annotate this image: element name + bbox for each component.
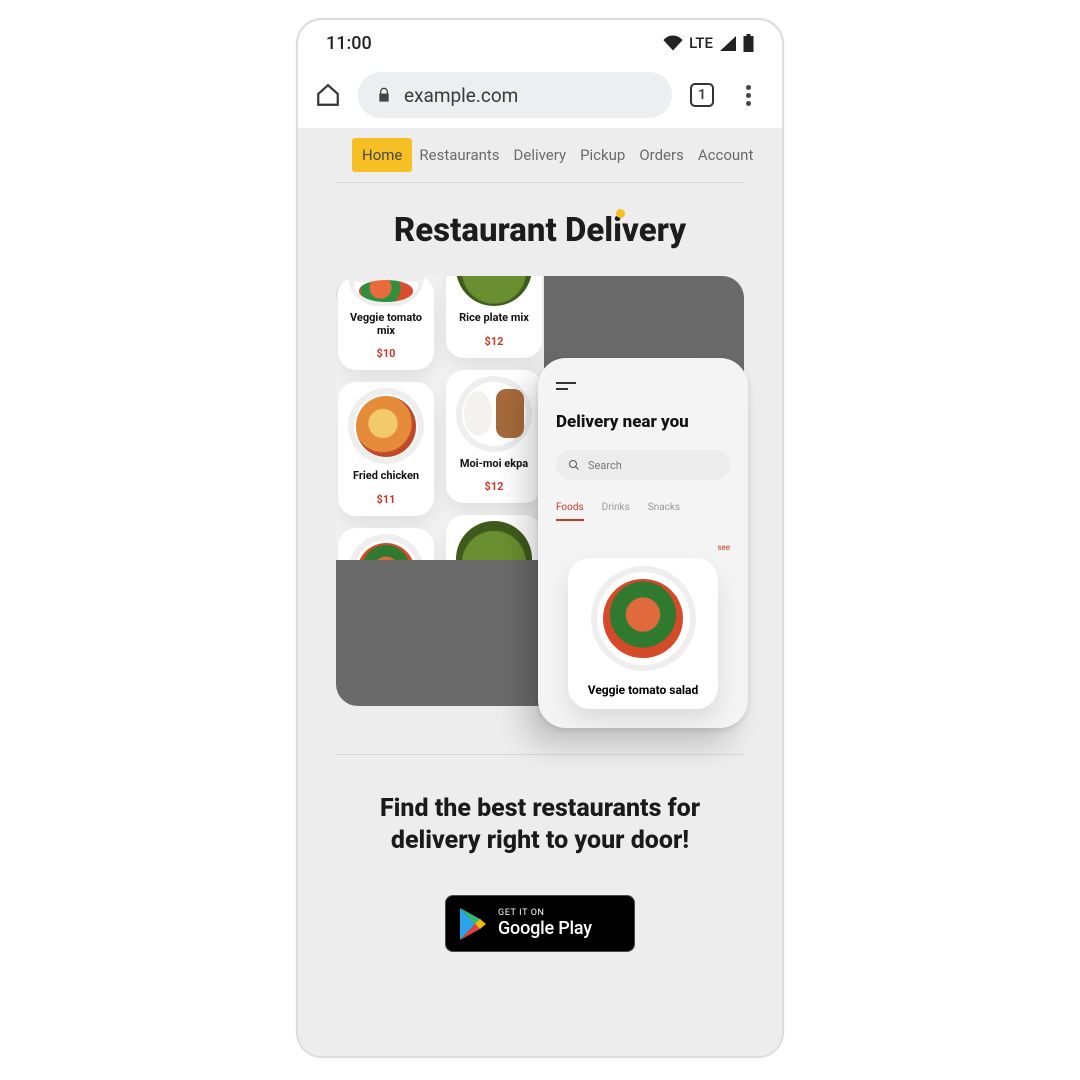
mock-title: Delivery near you [556,412,730,432]
nav-separator [336,182,744,183]
status-bar: 11:00 LTE [298,20,782,62]
url-bar[interactable]: example.com [358,72,672,118]
food-card: Moi-moi ekpa $12 [446,370,542,504]
mock-tab-drinks: Drinks [602,502,630,521]
food-name: Moi-moi ekpa [460,458,528,471]
food-name: Fried chicken [353,470,419,483]
food-image [456,521,532,560]
food-price: $12 [485,335,504,348]
food-card: Veggie tomato mix $10 [338,276,434,370]
food-price: $11 [377,493,396,506]
food-name: Veggie tomato mix [342,312,430,337]
food-card [446,515,542,560]
food-card: Fried chicken $11 [338,382,434,516]
mock-phone-grid: Veggie tomato mix $10 Fried chicken $11 [336,276,544,560]
network-label: LTE [689,34,713,52]
wifi-icon [663,35,683,51]
food-image [456,276,532,306]
nav-pickup[interactable]: Pickup [573,138,632,172]
status-right: LTE [663,34,754,52]
mock-search-input: Search [556,450,730,480]
mock-search-placeholder: Search [588,459,622,472]
page-title: Restaurant Delivery [298,211,782,250]
food-name: Rice plate mix [459,312,529,325]
nav-account[interactable]: Account [691,138,761,172]
google-play-badge[interactable]: GET IT ON Google Play [445,895,635,952]
url-text: example.com [404,84,518,107]
mock-tab-snacks: Snacks [648,502,680,521]
google-play-text: GET IT ON Google Play [498,908,592,939]
mock-phone-detail: Delivery near you Search Foods Drinks Sn… [538,358,748,728]
food-image [348,276,424,306]
battery-icon [743,34,754,52]
food-image [591,566,696,671]
section-separator [336,754,744,755]
hero-graphic: Veggie tomato mix $10 Fried chicken $11 [336,276,744,706]
tabs-button[interactable]: 1 [686,79,718,111]
tabs-count: 1 [698,87,706,103]
search-icon [568,459,580,471]
overflow-menu-icon[interactable] [732,79,764,111]
google-play-bottom: Google Play [498,918,592,939]
food-card: Rice plate mix $12 [446,276,542,358]
nav-bar: Home Restaurants Delivery Pickup Orders … [298,128,782,172]
home-icon[interactable] [312,79,344,111]
food-name: Veggie tomato salad [574,683,712,697]
mock-tab-foods: Foods [556,502,584,521]
browser-bar: example.com 1 [298,62,782,128]
hamburger-icon [556,382,576,390]
lock-icon [376,87,392,103]
subheading: Find the best restaurants for delivery r… [340,793,740,857]
mock-feature-card: Veggie tomato salad [568,558,718,709]
google-play-icon [458,907,488,941]
mock-see-more: see [556,543,730,552]
nav-restaurants[interactable]: Restaurants [412,138,506,172]
food-image [348,534,424,560]
google-play-top: GET IT ON [498,908,592,918]
device-frame: 11:00 LTE example.com 1 Home Restaurants… [296,18,784,1058]
nav-orders[interactable]: Orders [632,138,691,172]
mock-tabs: Foods Drinks Snacks [556,502,730,521]
food-price: $10 [377,347,396,360]
food-image [348,388,424,464]
status-time: 11:00 [326,33,372,54]
food-card [338,528,434,560]
food-image [456,376,532,452]
nav-home[interactable]: Home [352,138,412,172]
food-price: $12 [485,480,504,493]
nav-delivery[interactable]: Delivery [507,138,574,172]
page-content: Home Restaurants Delivery Pickup Orders … [298,128,782,1056]
signal-icon [719,35,737,51]
